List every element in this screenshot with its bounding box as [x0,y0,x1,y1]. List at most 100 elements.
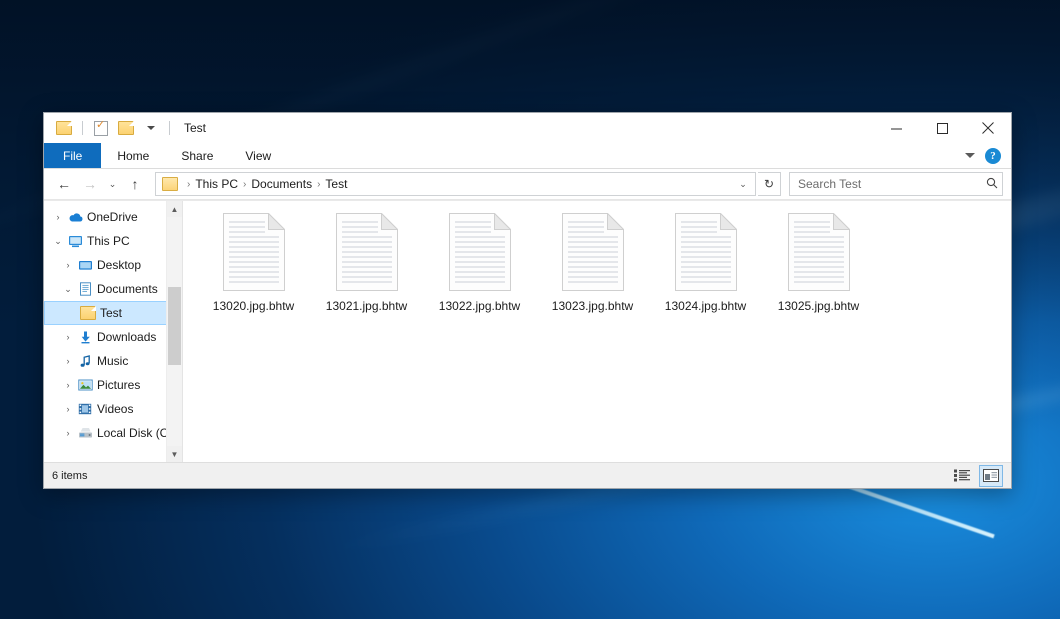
search-input[interactable]: Search Test [789,172,1003,196]
list-item[interactable]: 13021.jpg.bhtw [310,209,423,319]
expander-icon[interactable]: › [60,332,76,342]
pictures-icon [76,379,94,391]
minimize-button[interactable] [873,113,919,143]
forward-button[interactable]: → [78,172,102,196]
properties-icon[interactable] [91,118,111,138]
file-grid: 13020.jpg.bhtw [197,209,1011,319]
ribbon-tab-bar: File Home Share View ? [44,143,1011,169]
scrollbar-thumb[interactable] [168,287,181,365]
view-mode-buttons [951,465,1003,487]
expander-icon[interactable]: › [50,212,66,222]
large-icons-view-button[interactable] [979,465,1003,487]
scrollbar-track[interactable] [167,217,182,446]
sidebar-item-label: OneDrive [87,210,138,224]
documents-icon [76,282,94,296]
title-bar: Test [44,113,1011,143]
sidebar-item-label: Local Disk (C:) [97,426,176,440]
sidebar-item-label: Music [97,354,128,368]
downloads-icon [76,330,94,344]
status-bar: 6 items [44,462,1011,488]
file-name-label: 13021.jpg.bhtw [326,299,407,313]
breadcrumb-separator: › [238,179,251,190]
recent-locations-button[interactable]: ⌄ [104,172,121,196]
breadcrumb-item-documents[interactable]: Documents [251,177,312,191]
videos-icon [76,403,94,415]
tab-file[interactable]: File [44,143,101,168]
tab-home[interactable]: Home [101,143,165,168]
details-view-button[interactable] [951,466,973,486]
expander-icon[interactable]: › [60,404,76,414]
folder-icon[interactable] [54,118,74,138]
sidebar-item-label: Test [100,306,122,320]
scroll-up-icon[interactable]: ▲ [167,201,182,217]
sidebar-item-onedrive[interactable]: › OneDrive [44,205,182,229]
scroll-down-icon[interactable]: ▼ [167,446,182,462]
expander-icon[interactable]: ⌄ [60,284,76,295]
customize-caret-icon[interactable] [141,118,161,138]
navigation-pane: › OneDrive ⌄ This PC › Desktop [44,201,183,462]
help-icon[interactable]: ? [985,148,1001,164]
sidebar-item-downloads[interactable]: › Downloads [44,325,182,349]
file-name-label: 13025.jpg.bhtw [778,299,859,313]
file-name-label: 13023.jpg.bhtw [552,299,633,313]
back-button[interactable]: ← [52,172,76,196]
breadcrumb-folder-icon [162,177,178,191]
music-icon [76,354,94,368]
maximize-button[interactable] [919,113,965,143]
expander-icon[interactable]: › [60,428,76,438]
new-folder-icon[interactable] [116,118,136,138]
generic-document-icon [675,213,737,291]
breadcrumb-item-this-pc[interactable]: This PC [195,177,238,191]
sidebar-item-documents[interactable]: ⌄ Documents [44,277,182,301]
sidebar-item-this-pc[interactable]: ⌄ This PC [44,229,182,253]
sidebar-item-test[interactable]: Test [44,301,182,325]
toolbar-divider [169,121,170,135]
quick-access-toolbar: Test [44,113,206,143]
file-name-label: 13020.jpg.bhtw [213,299,294,313]
breadcrumb-separator: › [182,179,195,190]
chevron-down-icon[interactable] [965,153,975,158]
search-icon[interactable] [986,177,998,192]
breadcrumb-item-test[interactable]: Test [325,177,347,191]
file-name-label: 13024.jpg.bhtw [665,299,746,313]
expander-icon[interactable]: › [60,356,76,366]
file-name-label: 13022.jpg.bhtw [439,299,520,313]
ribbon-right-controls: ? [965,143,1011,168]
generic-document-icon [223,213,285,291]
tab-view[interactable]: View [229,143,287,168]
expander-icon[interactable]: › [60,380,76,390]
tab-share[interactable]: Share [165,143,229,168]
list-item[interactable]: 13022.jpg.bhtw [423,209,536,319]
sidebar-item-label: Videos [97,402,133,416]
list-item[interactable]: 13023.jpg.bhtw [536,209,649,319]
sidebar-item-pictures[interactable]: › Pictures [44,373,182,397]
sidebar-item-label: Desktop [97,258,141,272]
list-item[interactable]: 13024.jpg.bhtw [649,209,762,319]
sidebar-item-label: Documents [97,282,158,296]
file-list-area[interactable]: 13020.jpg.bhtw [183,201,1011,462]
list-item[interactable]: 13025.jpg.bhtw [762,209,875,319]
folder-icon [79,306,97,320]
address-dropdown-icon[interactable]: ⌄ [735,179,751,190]
sidebar-item-label: This PC [87,234,130,248]
expander-icon[interactable]: › [60,260,76,270]
local-disk-icon [76,427,94,439]
this-pc-icon [66,235,84,248]
generic-document-icon [336,213,398,291]
sidebar-item-desktop[interactable]: › Desktop [44,253,182,277]
list-item[interactable]: 13020.jpg.bhtw [197,209,310,319]
sidebar-item-videos[interactable]: › Videos [44,397,182,421]
expander-icon[interactable]: ⌄ [50,236,66,247]
sidebar-item-music[interactable]: › Music [44,349,182,373]
generic-document-icon [562,213,624,291]
generic-document-icon [449,213,511,291]
sidebar-item-label: Downloads [97,330,156,344]
breadcrumb-separator: › [312,179,325,190]
breadcrumb[interactable]: › This PC › Documents › Test ⌄ [155,172,756,196]
navigation-pane-scrollbar[interactable]: ▲ ▼ [166,201,182,462]
refresh-button[interactable]: ↻ [758,172,781,196]
up-button[interactable]: ↑ [123,172,147,196]
toolbar-divider [82,121,83,135]
sidebar-item-local-disk-c[interactable]: › Local Disk (C:) [44,421,182,445]
close-button[interactable] [965,113,1011,143]
